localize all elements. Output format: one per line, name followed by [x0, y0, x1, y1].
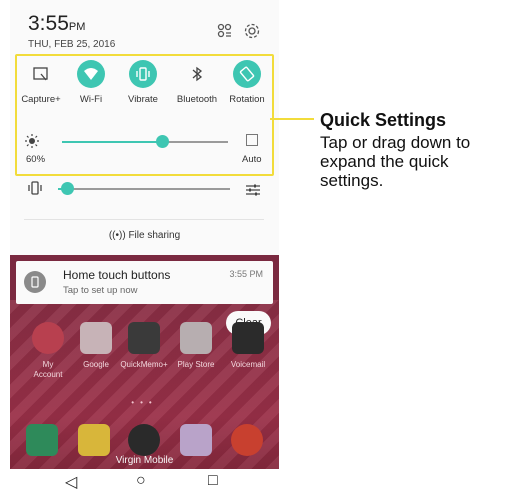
brightness-icon [25, 134, 39, 151]
edit-tiles-icon[interactable] [216, 22, 234, 40]
file-sharing-label: File sharing [128, 230, 181, 241]
callout-line [270, 118, 314, 120]
brightness-fill [62, 141, 162, 143]
my-account-icon [32, 322, 64, 354]
phone-notification-icon [24, 271, 46, 293]
capture-icon [27, 60, 55, 88]
file-sharing-button[interactable]: ((•)) File sharing [10, 230, 279, 241]
tile-label: Rotation [229, 94, 265, 105]
app-label: Google [83, 360, 109, 369]
back-icon[interactable]: ◁ [65, 472, 77, 492]
play-store-icon [180, 322, 212, 354]
tile-capture[interactable]: Capture+ [15, 60, 67, 105]
notification-time: 3:55 PM [229, 269, 263, 279]
navigation-bar: ◁ ○ □ [10, 469, 279, 495]
home-icon[interactable]: ○ [136, 472, 146, 490]
google-folder-icon [80, 322, 112, 354]
phone-app-icon[interactable] [26, 424, 58, 456]
tile-wifi[interactable]: Wi-Fi [65, 60, 117, 105]
app-label: Play Store [177, 360, 215, 369]
gear-icon[interactable] [243, 22, 261, 40]
bluetooth-icon [183, 60, 211, 88]
voicemail-icon [232, 322, 264, 354]
status-clock: 3:55PM [28, 12, 85, 36]
auto-brightness-label: Auto [242, 154, 262, 165]
tile-bluetooth[interactable]: Bluetooth [171, 60, 223, 105]
messaging-app-icon[interactable] [78, 424, 110, 456]
file-sharing-icon: ((•)) [108, 230, 126, 241]
app-label: My Account [33, 360, 63, 379]
app-my-account[interactable]: My Account [22, 322, 74, 380]
carrier-label: Virgin Mobile [115, 455, 174, 466]
volume-track [66, 188, 230, 190]
tile-label: Vibrate [128, 94, 158, 105]
tile-label: Wi-Fi [79, 94, 103, 105]
status-time-value: 3:55 [28, 12, 69, 35]
app-google[interactable]: Google [70, 322, 122, 370]
brightness-percent: 60% [26, 154, 46, 165]
status-ampm: PM [68, 21, 86, 33]
notification-title: Home touch buttons [63, 268, 171, 282]
tile-vibrate[interactable]: Vibrate [117, 60, 169, 105]
chrome-app-icon[interactable] [231, 424, 263, 456]
app-play-store[interactable]: Play Store [170, 322, 222, 370]
gallery-app-icon[interactable] [180, 424, 212, 456]
tile-label: Bluetooth [176, 94, 218, 105]
wifi-icon [77, 60, 105, 88]
status-date: THU, FEB 25, 2016 [28, 39, 116, 50]
vibrate-icon [129, 60, 157, 88]
app-voicemail[interactable]: Voicemail [222, 322, 274, 370]
app-label: QuickMemo+ [120, 360, 168, 369]
tile-rotation[interactable]: Rotation [221, 60, 273, 105]
vibrate-volume-icon [28, 180, 42, 201]
quickmemo-icon [128, 322, 160, 354]
callout-text: Tap or drag down to expand the quick set… [320, 133, 471, 190]
page-indicator: ••• [131, 398, 158, 407]
notification-shade: 3:55PM THU, FEB 25, 2016 Capture+ Wi-Fi [10, 0, 279, 255]
app-label: Voicemail [230, 360, 266, 369]
sound-settings-icon[interactable] [246, 183, 260, 201]
brightness-track [161, 141, 228, 143]
auto-brightness-checkbox[interactable] [246, 134, 258, 146]
brightness-slider-thumb[interactable] [155, 135, 169, 148]
notification-card[interactable]: Home touch buttons Tap to set up now 3:5… [16, 261, 273, 304]
volume-slider-thumb[interactable] [60, 182, 74, 195]
notification-subtitle: Tap to set up now [63, 285, 138, 296]
callout-title: Quick Settings [320, 110, 447, 130]
rotation-icon [233, 60, 261, 88]
camera-app-icon[interactable] [128, 424, 160, 456]
recents-icon[interactable]: □ [208, 472, 218, 490]
app-quickmemo[interactable]: QuickMemo+ [118, 322, 170, 370]
phone-screen: 3:55PM THU, FEB 25, 2016 Capture+ Wi-Fi [10, 0, 279, 495]
tile-label: Capture+ [21, 94, 61, 105]
panel-divider [24, 219, 264, 220]
